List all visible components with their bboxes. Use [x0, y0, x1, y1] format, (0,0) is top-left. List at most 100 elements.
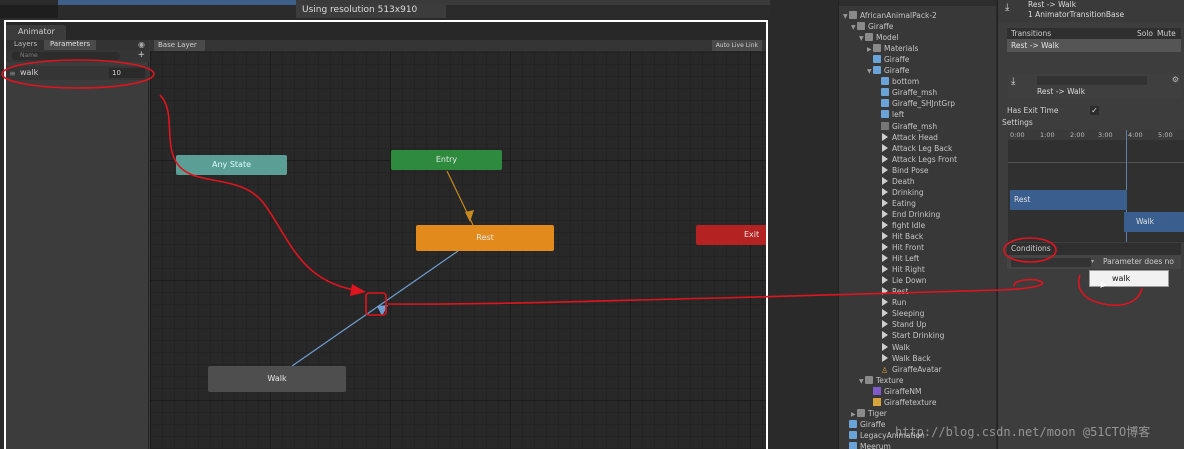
- tree-item-label: Attack Head: [892, 132, 938, 142]
- top-toolbar-strip: Using resolution 513x910: [0, 0, 838, 18]
- add-parameter-icon[interactable]: +: [137, 50, 145, 60]
- tree-item[interactable]: Lie Down: [875, 275, 927, 286]
- state-exit[interactable]: Exit: [696, 225, 766, 245]
- parameter-row[interactable]: ≡ walk 10: [6, 66, 149, 80]
- parameter-value-field[interactable]: 10: [109, 68, 145, 78]
- tree-item[interactable]: ▼ Giraffe: [851, 21, 893, 32]
- resolution-label: Using resolution 513x910: [296, 4, 446, 18]
- state-walk[interactable]: Walk: [208, 366, 346, 392]
- timeline-bar-walk[interactable]: Walk: [1124, 212, 1184, 232]
- mesh-icon: [873, 55, 881, 64]
- tree-item-label: Giraffe_msh: [892, 88, 938, 98]
- tree-item[interactable]: Meerum: [843, 441, 891, 449]
- tree-item[interactable]: Walk Back: [875, 353, 931, 364]
- tree-item[interactable]: Hit Back: [875, 231, 923, 242]
- animation-clip-icon: [882, 187, 888, 196]
- tree-item[interactable]: ▼ Texture: [859, 375, 903, 386]
- tree-item[interactable]: ▶ Materials: [867, 43, 918, 54]
- chevron-down-icon[interactable]: ▾: [1091, 258, 1094, 265]
- tree-item[interactable]: ▼ Giraffe: [867, 65, 909, 76]
- settings-foldout[interactable]: Settings: [1002, 118, 1033, 127]
- inspector-panel: ⤓ Rest -> Walk 1 AnimatorTransitionBase …: [997, 0, 1184, 449]
- tree-item-label: Stand Up: [892, 320, 927, 330]
- has-exit-time-checkbox[interactable]: ✓: [1090, 106, 1099, 115]
- tree-item[interactable]: Hit Left: [875, 253, 919, 264]
- animation-clip-icon: [882, 254, 888, 263]
- tree-item-label: Hit Left: [892, 254, 920, 264]
- dropdown-item-walk[interactable]: walk: [1112, 274, 1130, 283]
- tree-item[interactable]: ▼ Model: [859, 32, 899, 43]
- tree-item[interactable]: Run: [875, 297, 906, 308]
- animation-clip-icon: [882, 165, 888, 174]
- tree-item[interactable]: Hit Right: [875, 264, 925, 275]
- watermark: http://blog.csdn.net/moon @51CTO博客: [895, 425, 1151, 439]
- rest-walk-transition-arrow-icon: [377, 305, 388, 316]
- tree-item[interactable]: Walk: [875, 342, 910, 353]
- tree-item[interactable]: Giraffe_SHJntGrp: [875, 98, 955, 109]
- timeline-track-line: [1008, 162, 1184, 163]
- left-tab-bar: Layers Parameters ◉: [6, 40, 149, 50]
- tree-item[interactable]: left: [875, 109, 904, 120]
- tree-item[interactable]: Bind Pose: [875, 165, 929, 176]
- parameter-search-input[interactable]: Name: [12, 52, 120, 60]
- animation-clip-icon: [882, 287, 888, 296]
- tree-item[interactable]: ♙ GiraffeAvatar: [875, 364, 942, 375]
- animation-clip-icon: [882, 298, 888, 307]
- solo-label: Solo: [1137, 29, 1154, 38]
- tree-item[interactable]: Hit Front: [875, 242, 924, 253]
- eye-icon[interactable]: ◉: [138, 40, 145, 49]
- tree-item-label: Death: [892, 176, 915, 186]
- state-machine-graph[interactable]: Base Layer Auto Live Link Any State Entr…: [150, 40, 766, 449]
- tree-item[interactable]: Stand Up: [875, 319, 926, 330]
- tree-item[interactable]: GiraffeNM: [867, 386, 921, 397]
- condition-parameter-field[interactable]: [1011, 258, 1091, 267]
- tree-item-label: Texture: [876, 375, 904, 385]
- animation-clip-icon: [882, 309, 888, 318]
- tree-item[interactable]: Drinking: [875, 187, 924, 198]
- mesh-icon: [881, 110, 889, 119]
- state-entry[interactable]: Entry: [391, 150, 502, 170]
- tree-item[interactable]: Giraffe: [867, 54, 909, 65]
- tree-item[interactable]: Attack Legs Front: [875, 154, 957, 165]
- tree-item[interactable]: bottom: [875, 76, 919, 87]
- tree-item[interactable]: Start Drinking: [875, 330, 944, 341]
- tree-item[interactable]: ▼ AfricanAnimalPack-2: [843, 10, 937, 21]
- has-exit-time-label: Has Exit Time: [1007, 106, 1059, 115]
- folder-icon: [849, 11, 857, 19]
- tree-item[interactable]: Attack Head: [875, 132, 938, 143]
- timeline-bar-rest[interactable]: Rest: [1010, 190, 1127, 210]
- transition-icon: ⤓: [1011, 76, 1016, 87]
- tree-item[interactable]: Eating: [875, 198, 916, 209]
- tick-label: 0:00: [1010, 131, 1025, 139]
- tree-item[interactable]: Death: [875, 176, 915, 187]
- tree-item[interactable]: End Drinking: [875, 209, 940, 220]
- tree-item-label: Hit Front: [892, 243, 925, 253]
- parameter-name[interactable]: walk: [20, 68, 38, 77]
- animation-clip-icon: [882, 342, 888, 351]
- tree-item[interactable]: Attack Leg Back: [875, 143, 952, 154]
- mesh-icon: [881, 99, 889, 108]
- transition-name-field[interactable]: [1037, 76, 1147, 85]
- tab-layers[interactable]: Layers: [8, 40, 43, 50]
- gear-icon[interactable]: ⚙: [1172, 75, 1179, 84]
- tree-item[interactable]: fight Idle: [875, 220, 925, 231]
- drag-handle-icon[interactable]: ≡: [9, 69, 16, 78]
- tree-item[interactable]: Sleeping: [875, 308, 924, 319]
- transition-timeline[interactable]: 0:00 1:00 2:00 3:00 4:00 5:00 Rest Walk: [1008, 130, 1184, 242]
- state-any-state[interactable]: Any State: [176, 155, 287, 175]
- tree-item[interactable]: ▶ Tiger: [851, 408, 887, 419]
- tree-item[interactable]: Giraffetexture: [867, 397, 936, 408]
- tab-parameters[interactable]: Parameters: [44, 40, 97, 50]
- state-rest[interactable]: Rest: [416, 225, 554, 251]
- transition-row[interactable]: Rest -> Walk: [1007, 39, 1181, 52]
- folder-icon: [857, 408, 865, 417]
- tick-label: 5:00: [1158, 131, 1173, 139]
- animator-tab[interactable]: Animator: [6, 25, 66, 40]
- rest-to-walk-transition[interactable]: [291, 250, 459, 367]
- tree-item[interactable]: Giraffe_msh: [875, 87, 937, 98]
- tree-item[interactable]: Rest: [875, 286, 908, 297]
- tree-item[interactable]: Giraffe_msh: [875, 121, 937, 132]
- inspector-title: Rest -> Walk: [1028, 0, 1077, 9]
- tree-item[interactable]: Giraffe: [843, 419, 885, 430]
- animation-clip-icon: [882, 132, 888, 141]
